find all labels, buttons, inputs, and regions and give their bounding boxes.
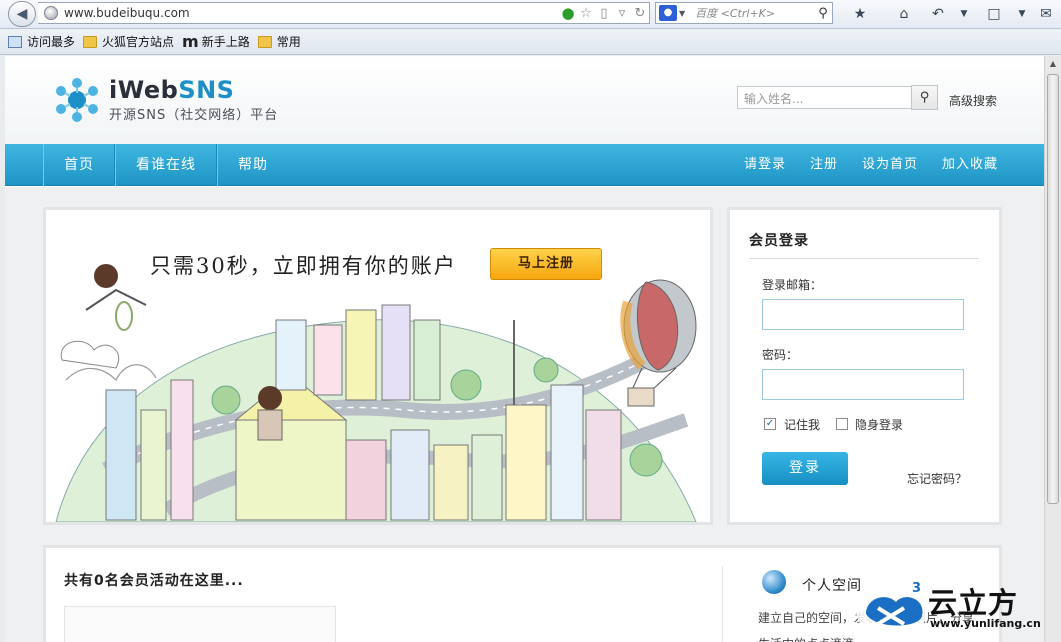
folder-icon <box>257 35 272 48</box>
name-search-input[interactable]: 输入姓名... <box>737 86 912 109</box>
member-list-box <box>64 606 336 642</box>
chat-icon[interactable]: ✉ <box>1034 3 1058 25</box>
invisible-login-checkbox[interactable] <box>836 418 848 430</box>
browser-toolbar: ◀ www.budeibuqu.com ● ☆ ▯ ▿ ↻ ● ▼ 百度 <Ct… <box>0 0 1061 29</box>
email-label: 登录邮箱： <box>762 278 823 292</box>
nav-register[interactable]: 注册 <box>786 144 838 186</box>
bookmark-firefox-site[interactable]: 火狐官方站点 <box>83 33 174 50</box>
watermark-badge: 3 <box>912 581 921 596</box>
bookmark-getting-started[interactable]: m 新手上路 <box>182 32 250 51</box>
active-members-heading: 共有0名会员活动在这里... <box>64 573 244 589</box>
url-text: www.budeibuqu.com <box>64 6 190 20</box>
browser-search-box[interactable]: ● ▼ 百度 <Ctrl+K> ⚲ <box>655 2 833 24</box>
bookmarks-toolbar: 访问最多 火狐官方站点 m 新手上路 常用 <box>0 29 1061 55</box>
nav-home[interactable]: 首页 <box>43 144 115 186</box>
brand-name[interactable]: iWebSNS <box>109 76 234 104</box>
nav-help[interactable]: 帮助 <box>217 144 288 186</box>
engine-dropdown-icon[interactable]: ▼ <box>679 9 685 18</box>
bookmark-most-visited[interactable]: 访问最多 <box>8 33 75 50</box>
page-viewport: iWebSNS 开源SNS（社交网络）平台 输入姓名... ⚲ 高级搜索 首页 … <box>5 56 1044 642</box>
login-button[interactable]: 登录 <box>762 452 848 485</box>
bookmarks-menu-icon[interactable]: ★ <box>848 3 872 25</box>
register-banner: 只需30秒，立即拥有你的账户 马上注册 <box>43 207 713 525</box>
search-icon[interactable]: ⚲ <box>911 85 938 110</box>
vertical-scrollbar[interactable]: ▲ <box>1044 56 1061 642</box>
password-field[interactable] <box>762 369 964 400</box>
forgot-password-link[interactable]: 忘记密码？ <box>907 470 967 487</box>
back-button[interactable]: ◀ <box>8 1 36 27</box>
bookmark-star-icon[interactable]: ☆ <box>577 6 595 21</box>
baidu-paw-icon[interactable]: ● <box>659 5 677 21</box>
advanced-search-link[interactable]: 高级搜索 <box>949 92 997 109</box>
nav-who-online[interactable]: 看谁在线 <box>115 144 217 186</box>
nav-add-favorite[interactable]: 加入收藏 <box>918 144 998 186</box>
nav-set-homepage[interactable]: 设为首页 <box>838 144 918 186</box>
check-mark-icon: ✓ <box>765 418 775 429</box>
bookmark-common[interactable]: 常用 <box>257 33 301 50</box>
banner-slogan: 只需30秒，立即拥有你的账户 <box>150 254 457 278</box>
column-divider <box>722 566 723 642</box>
globe-icon <box>762 570 786 594</box>
main-nav: 首页 看谁在线 帮助 请登录 注册 设为首页 加入收藏 <box>5 144 1044 186</box>
iwebsns-logo-icon[interactable] <box>53 76 101 124</box>
most-visited-icon <box>8 35 22 48</box>
reload-icon[interactable]: ↻ <box>631 6 649 21</box>
login-divider <box>749 258 979 259</box>
watermark-text: 云立方 <box>928 586 1019 620</box>
crop-dropdown-icon[interactable]: ▼ <box>1010 3 1034 25</box>
watermark-url: www.yunlifang.cn <box>930 617 1041 630</box>
nav-login[interactable]: 请登录 <box>720 144 786 186</box>
scroll-up-arrow-icon[interactable]: ▲ <box>1045 56 1061 72</box>
go-icon[interactable]: ● <box>559 4 577 22</box>
dropdown-arrow-icon[interactable]: ▿ <box>613 6 631 21</box>
remember-me-label: 记住我 <box>784 418 821 432</box>
site-identity-icon[interactable] <box>44 6 58 20</box>
member-login-panel: 会员登录 登录邮箱： 密码： ✓ 记住我 隐身登录 登录 忘记密码？ <box>727 207 1002 525</box>
login-title: 会员登录 <box>749 233 809 249</box>
folder-icon <box>83 35 98 48</box>
mobile-icon[interactable]: ▯ <box>595 6 613 21</box>
search-hint: 百度 <Ctrl+K> <box>695 7 776 20</box>
crop-icon[interactable]: □ <box>982 3 1006 25</box>
address-bar[interactable]: www.budeibuqu.com ● ☆ ▯ ▿ ↻ <box>38 2 650 24</box>
scroll-thumb[interactable] <box>1047 74 1059 504</box>
m-logo-icon: m <box>182 32 199 51</box>
email-field[interactable] <box>762 299 964 330</box>
brand-tagline: 开源SNS（社交网络）平台 <box>109 108 279 123</box>
history-dropdown-icon[interactable]: ▼ <box>952 3 976 25</box>
password-label: 密码： <box>762 348 799 362</box>
undo-icon[interactable]: ↶ <box>926 3 950 25</box>
home-icon[interactable]: ⌂ <box>892 3 916 25</box>
site-header: iWebSNS 开源SNS（社交网络）平台 输入姓名... ⚲ 高级搜索 <box>5 56 1044 144</box>
search-magnifier-icon[interactable]: ⚲ <box>814 6 832 21</box>
register-now-button[interactable]: 马上注册 <box>490 248 602 280</box>
remember-me-checkbox[interactable]: ✓ <box>764 418 776 430</box>
back-arrow-icon: ◀ <box>16 6 28 22</box>
invisible-login-label: 隐身登录 <box>855 418 904 432</box>
